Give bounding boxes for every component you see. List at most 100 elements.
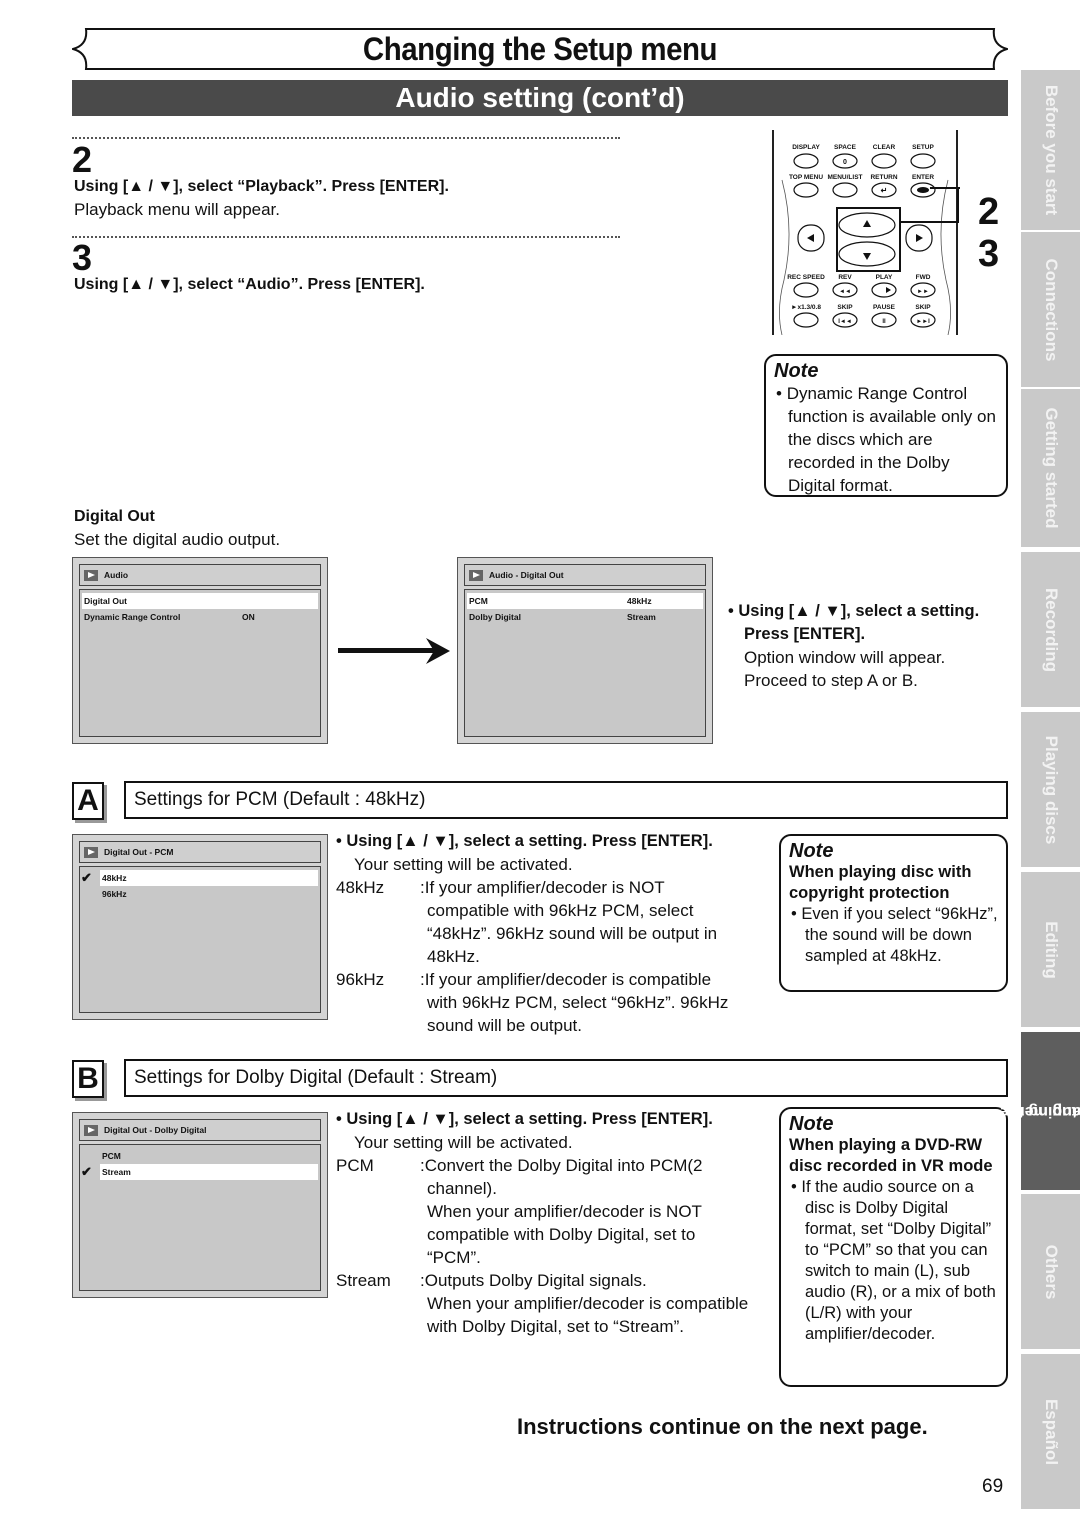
note-bullet: • Dynamic Range Control function is avai… [776,384,996,495]
remote-body: DISPLAY SPACE CLEAR SETUP 0 TOP MENU MENU/L… [772,130,960,335]
section-a-title: Settings for PCM (Default : 48kHz) [124,781,1008,819]
section-a-letter: A [72,782,104,820]
play-icon [84,569,98,581]
svg-text:0: 0 [843,159,847,166]
osd-header: Digital Out - PCM [79,841,321,863]
svg-text:REV: REV [838,274,852,281]
step-2-result: Playback menu will appear. [74,200,281,219]
checkmark-icon: ✔ [81,1164,92,1179]
remote-callout-line [900,187,959,223]
osd-digital-out-screen: Audio - Digital Out PCM 48kHz Dolby Digit… [457,557,713,744]
section-subtitle: Audio setting (cont’d) [72,80,1008,116]
svg-text:►►I: ►►I [916,319,930,325]
section-a-instructions: • Using [▲ / ▼], select a setting. Press… [336,830,776,1037]
svg-text:PLAY: PLAY [876,274,893,281]
note-title: Note [789,1113,834,1135]
section-b-title: Settings for Dolby Digital (Default : St… [124,1059,1008,1097]
arrow-right-icon [338,638,450,664]
tab-playing-discs[interactable]: Playing discs [1021,712,1080,867]
svg-text:PAUSE: PAUSE [873,304,896,311]
definition-stream: Stream :Outputs Dolby Digital signals. Wh… [336,1271,749,1336]
step-number-3: 3 [72,237,93,278]
osd-pcm-screen: Digital Out - PCM ✔ 48kHz 96kHz [72,834,328,1020]
note-title: Note [774,360,819,382]
section-a-result: Your setting will be activated. [354,855,573,874]
digital-out-heading: Digital Out [74,508,155,525]
step-2-instruction: Using [▲ / ▼], select “Playback”. Press … [74,178,449,195]
note-title: Note [789,840,834,862]
note-box-a: Note When playing disc with copyright pr… [779,834,1008,992]
note-box: Note • Dynamic Range Control function is… [764,354,1008,497]
note-heading: When playing disc with copyright protect… [789,863,972,902]
svg-text:RETURN: RETURN [870,174,897,181]
osd-row-pcm[interactable]: PCM 48kHz [467,593,703,609]
step-number-2: 2 [72,139,93,180]
checkmark-icon: ✔ [81,870,92,885]
osd-header: Audio - Digital Out [464,564,706,586]
tab-espanol[interactable]: Español [1021,1354,1080,1509]
definition-96khz: 96kHz :If your amplifier/decoder is comp… [336,970,729,1035]
note-bullet: • If the audio source on a disc is Dolby… [791,1178,996,1343]
svg-text:II: II [882,319,886,325]
step-3-instruction: Using [▲ / ▼], select “Audio”. Press [EN… [74,276,425,293]
osd-option-pcm[interactable]: PCM [82,1148,318,1164]
note-bullet: • Even if you select “96kHz”, the sound … [791,905,998,965]
note-heading: When playing a DVD-RW disc recorded in V… [789,1136,993,1175]
svg-text:↵: ↵ [881,186,888,195]
svg-text:►x1.3/0.8: ►x1.3/0.8 [791,304,821,311]
select-setting-result-2: Proceed to step A or B. [744,671,918,690]
osd-row-dolby-digital[interactable]: Dolby Digital Stream [467,609,703,625]
select-setting-instructions: • Using [▲ / ▼], select a setting. Press… [728,600,998,692]
continue-notice: Instructions continue on the next page. [517,1414,928,1439]
remote-control-illustration: DISPLAY SPACE CLEAR SETUP 0 TOP MENU MENU/L… [770,130,960,335]
svg-text:ENTER: ENTER [912,174,934,181]
tab-changing-setup-menu[interactable]: Changing theSetup menu [999,1032,1080,1190]
svg-text:◄◄: ◄◄ [839,289,851,295]
svg-text:REC SPEED: REC SPEED [787,274,825,281]
osd-option-stream[interactable]: ✔ Stream [81,1164,318,1180]
digital-out-description: Set the digital audio output. [74,530,281,549]
section-a-instruction: • Using [▲ / ▼], select a setting. Press… [336,832,713,850]
svg-text:CLEAR: CLEAR [873,144,896,151]
remote-step-label-2: 2 [978,191,1000,233]
tab-editing[interactable]: Editing [1021,872,1080,1027]
section-b-instruction: • Using [▲ / ▼], select a setting. Press… [336,1110,713,1128]
page-title-banner: Changing the Setup menu [72,28,1008,70]
tab-before-you-start[interactable]: Before you start [1021,70,1080,230]
section-b-result: Your setting will be activated. [354,1133,573,1152]
section-b-letter: B [72,1060,104,1098]
osd-row-digital-out[interactable]: Digital Out [82,593,318,609]
select-setting-result-1: Option window will appear. [744,648,946,667]
svg-text:SKIP: SKIP [837,304,853,311]
definition-48khz: 48kHz :If your amplifier/decoder is NOT c… [336,878,718,966]
play-icon [84,846,98,858]
svg-text:SKIP: SKIP [915,304,931,311]
remote-label: DISPLAY [792,144,820,151]
tab-getting-started[interactable]: Getting started [1021,389,1080,547]
svg-text:MENU/LIST: MENU/LIST [827,174,862,181]
step-divider [72,137,620,139]
osd-option-96khz[interactable]: 96kHz [82,886,318,902]
play-icon [469,569,483,581]
tab-recording[interactable]: Recording [1021,552,1080,707]
osd-header: Audio [79,564,321,586]
definition-pcm: PCM :Convert the Dolby Digital into PCM(… [336,1156,703,1267]
svg-text:►►: ►► [917,289,929,295]
svg-text:FWD: FWD [916,274,931,281]
tab-connections[interactable]: Connections [1021,232,1080,387]
svg-text:SETUP: SETUP [912,144,934,151]
select-setting-instruction: • Using [▲ / ▼], select a setting. Press… [728,602,980,643]
section-b-instructions: • Using [▲ / ▼], select a setting. Press… [336,1108,776,1338]
step-divider [72,236,620,238]
page-number: 69 [982,1476,1004,1497]
remote-step-label-3: 3 [978,233,1000,275]
page-title: Changing the Setup menu [362,31,718,67]
osd-audio-screen: Audio Digital Out Dynamic Range Control O… [72,557,328,744]
play-icon [84,1124,98,1136]
osd-option-48khz[interactable]: ✔ 48kHz [81,870,318,886]
osd-dolby-digital-screen: Digital Out - Dolby Digital PCM ✔ Stream [72,1112,328,1298]
svg-text:I◄◄: I◄◄ [838,319,852,325]
svg-text:TOP MENU: TOP MENU [789,174,823,181]
osd-row-dynamic-range[interactable]: Dynamic Range Control ON [82,609,318,625]
tab-others[interactable]: Others [1021,1194,1080,1349]
